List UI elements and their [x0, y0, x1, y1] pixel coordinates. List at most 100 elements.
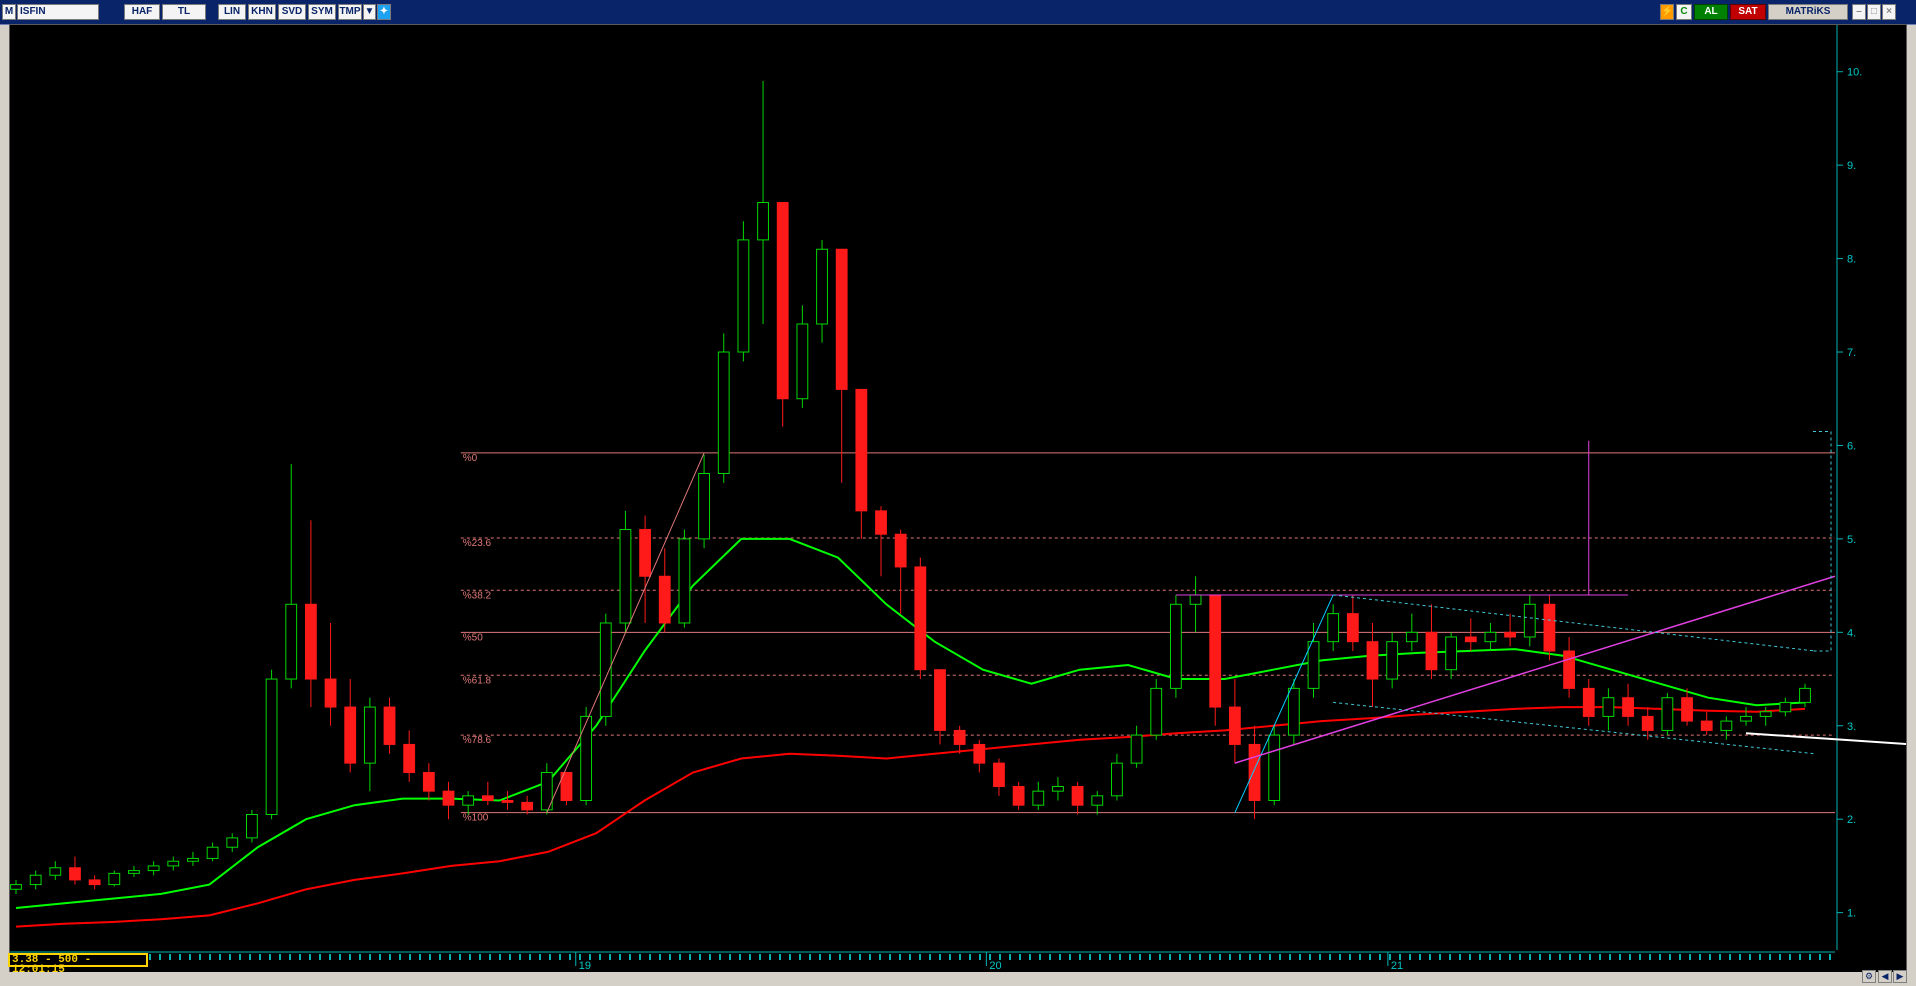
candle-up	[698, 472, 710, 540]
maximize-icon[interactable]: □	[1867, 4, 1881, 20]
menu-button[interactable]: M	[2, 4, 16, 20]
candle-up	[1759, 711, 1772, 717]
candle-up	[717, 351, 730, 474]
fib-level-label: %78.6	[463, 735, 492, 746]
moving-average-line	[15, 537, 1806, 909]
candle-up	[1111, 762, 1123, 797]
candle-up	[108, 872, 121, 886]
scroll-left-icon[interactable]: ◀	[1878, 970, 1892, 983]
candle-up	[1602, 697, 1615, 717]
y-tick-label: 3.	[1847, 721, 1856, 733]
candle-up	[462, 795, 475, 806]
fib-level-label: %23.6	[463, 538, 492, 549]
candle-down	[1071, 785, 1084, 806]
candle-down	[69, 867, 81, 881]
candle-up	[1523, 603, 1536, 638]
trendline-white	[1745, 732, 1906, 746]
candle-down	[914, 566, 927, 671]
toolbar-button-sym[interactable]: SYM	[308, 4, 336, 20]
chart-canvas[interactable]: 1. 2. 3. 4. 5. 6. 7. 8. 9. 10. 19 20 21 %0 %23.6 %38.2%…	[10, 25, 1906, 973]
candle-up	[265, 678, 278, 816]
candle-up	[1405, 631, 1418, 643]
candle-up	[1189, 594, 1202, 605]
candle-up	[1327, 613, 1340, 643]
dropdown-arrow-icon[interactable]: ▼	[363, 4, 376, 20]
candle-up	[1169, 603, 1182, 689]
candle-up	[1386, 641, 1399, 680]
candle-down	[1563, 650, 1575, 689]
toolbar-button-tmp[interactable]: TMP	[338, 4, 362, 20]
sell-button[interactable]: SAT	[1730, 4, 1766, 20]
candle-down	[855, 388, 868, 512]
minimize-icon[interactable]: –	[1852, 4, 1866, 20]
candle-up	[1130, 734, 1143, 764]
close-icon[interactable]: ×	[1882, 4, 1896, 20]
candle-up	[619, 529, 632, 624]
fib-level-label: %100	[463, 813, 489, 824]
fib-level-label: %38.2	[463, 590, 492, 601]
toolbar-button-svd[interactable]: SVD	[278, 4, 306, 20]
candle-up	[187, 857, 199, 862]
y-tick-label: 9.	[1847, 160, 1856, 172]
candle-up	[1032, 790, 1045, 806]
candle-up	[1484, 631, 1497, 643]
y-tick-label: 4.	[1847, 627, 1856, 639]
candle-up	[10, 884, 22, 890]
price-chart[interactable]: 1. 2. 3. 4. 5. 6. 7. 8. 9. 10. 19 20 21 %0 %23.6 %38.2%…	[9, 24, 1907, 974]
candle-down	[403, 743, 416, 773]
buy-button[interactable]: AL	[1694, 4, 1728, 20]
chart-toolbar: M ISFIN HAF TL LIN KHN SVD SYM TMP ▼ ✦ ⚡…	[0, 0, 1916, 25]
horizontal-scrollbar[interactable]	[9, 972, 1907, 983]
candle-up	[1052, 785, 1064, 792]
trendline-dashed-upper	[1333, 594, 1816, 652]
candle-down	[1366, 641, 1379, 680]
candle-up	[1661, 697, 1674, 731]
fib-level-label: %0	[463, 453, 478, 464]
candle-up	[1091, 795, 1104, 806]
candle-down	[344, 706, 357, 764]
candle-up	[1779, 701, 1792, 713]
toolbar-button-tl[interactable]: TL	[162, 4, 206, 20]
candle-down	[88, 879, 101, 886]
candle-down	[835, 248, 848, 390]
candle-down	[934, 669, 946, 731]
candle-down	[1209, 594, 1222, 708]
x-tick-label: 20	[989, 960, 1001, 972]
refresh-icon[interactable]: C	[1676, 4, 1692, 20]
candle-down	[875, 510, 887, 535]
candle-down	[658, 575, 671, 624]
chart-settings-icon[interactable]: ⚙	[1862, 970, 1876, 983]
twitter-icon[interactable]: ✦	[377, 4, 391, 20]
candle-down	[501, 800, 514, 803]
last-price-readout: 3.38 - 500 - 12:01:15	[8, 953, 148, 976]
toolbar-button-haf[interactable]: HAF	[124, 4, 160, 20]
lightning-icon[interactable]: ⚡	[1660, 4, 1674, 20]
candle-down	[1622, 697, 1634, 717]
fib-level-label: %61.8	[463, 675, 492, 686]
scroll-right-icon[interactable]: ▶	[1893, 970, 1907, 983]
candle-up	[167, 860, 180, 867]
candle-up	[678, 538, 691, 624]
candle-down	[481, 795, 494, 802]
candle-down	[1641, 715, 1654, 731]
candle-up	[147, 865, 160, 872]
candle-down	[1700, 720, 1713, 731]
candle-up	[128, 870, 140, 874]
x-tick-label: 19	[579, 960, 591, 972]
candle-down	[1228, 706, 1241, 745]
candle-down	[776, 202, 789, 400]
toolbar-button-lin[interactable]: LIN	[218, 4, 246, 20]
y-tick-label: 1.	[1847, 908, 1856, 920]
candle-down	[383, 706, 396, 745]
symbol-input[interactable]: ISFIN	[17, 4, 99, 20]
toolbar-button-khn[interactable]: KHN	[248, 4, 276, 20]
candle-up	[757, 202, 769, 241]
trendline-dashed-lower	[1333, 701, 1816, 755]
candle-down	[521, 801, 534, 811]
y-tick-label: 8.	[1847, 254, 1856, 266]
candle-down	[1425, 631, 1438, 671]
candle-up	[49, 867, 62, 876]
y-tick-label: 7.	[1847, 347, 1856, 359]
candle-up	[1445, 636, 1458, 671]
trading-window: M ISFIN HAF TL LIN KHN SVD SYM TMP ▼ ✦ ⚡…	[0, 0, 1916, 986]
